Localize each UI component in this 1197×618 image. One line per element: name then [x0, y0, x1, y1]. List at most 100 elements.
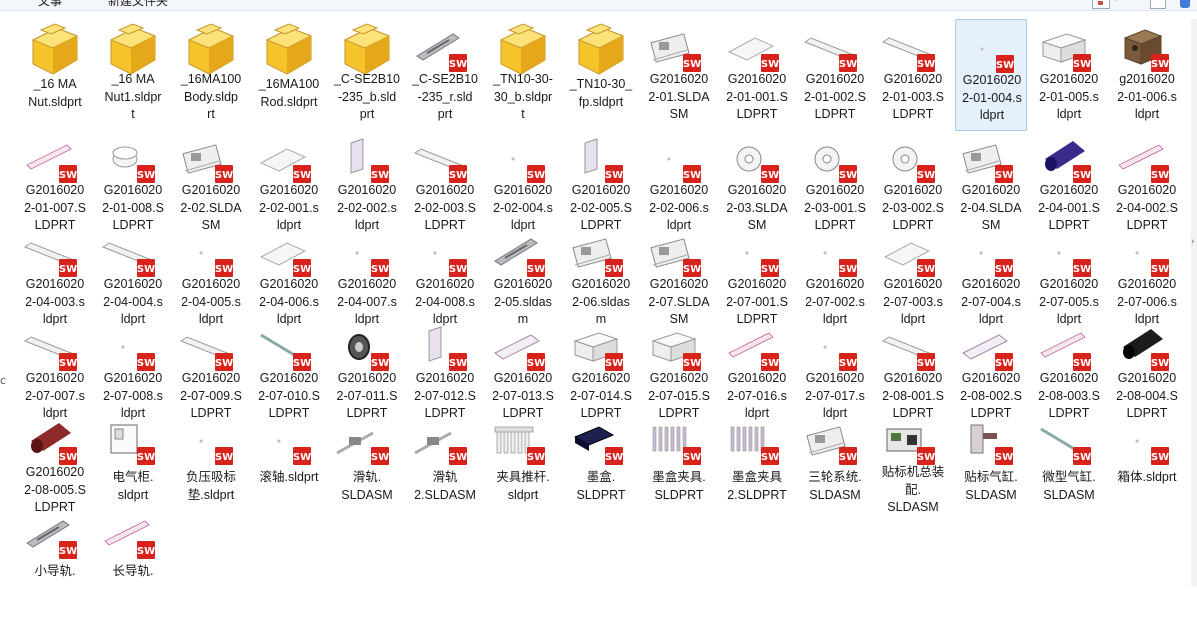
file-name-line: G2016020 [337, 183, 397, 197]
file-name-line: -235_r.sld [417, 89, 473, 104]
solidworks-badge-icon: SW [1073, 259, 1091, 277]
file-name: 贴标气缸. SLDASM [951, 469, 1031, 504]
file-name-line: 2-02.SLDA [180, 200, 242, 215]
solidworks-badge-icon: SW [839, 259, 857, 277]
file-item[interactable]: SW 负压吸标 垫.sldprt [175, 412, 247, 524]
file-name-line: 电气柜. [112, 470, 154, 484]
file-item[interactable]: _16MA100 Rod.sldprt [253, 19, 325, 131]
file-item[interactable]: _16 MA Nut1.sldpr t [97, 19, 169, 131]
file-item[interactable]: SW G2016020 2-01-003.S LDPRT [877, 19, 949, 131]
file-item[interactable]: SW G2016020 2-01.SLDA SM [643, 19, 715, 131]
file-item[interactable]: SW 小导轨. [19, 506, 91, 618]
toolbar-menu-label[interactable]: 文事 [38, 0, 62, 9]
file-item[interactable]: SW 滑轨 2.SLDASM [409, 412, 481, 524]
scroll-arrow-icon[interactable]: › [1191, 236, 1197, 248]
svg-text:SW: SW [137, 358, 155, 369]
file-name-line: LDPRT [892, 107, 934, 121]
file-name-line: 负压吸标 [185, 470, 236, 484]
file-name: 长导轨. [93, 563, 173, 581]
file-name-line: 2-04-003.s [25, 294, 85, 309]
bar-part-icon: SW [877, 20, 949, 78]
svg-text:SW: SW [293, 170, 311, 181]
solidworks-badge-icon: SW [59, 447, 77, 465]
file-name-line: G2016020 [727, 183, 787, 197]
vertical-scrollbar[interactable] [1191, 19, 1197, 587]
file-item[interactable]: SW 滚轴.sldprt [253, 412, 325, 524]
file-name: _TN10-30_ fp.sldprt [561, 76, 641, 111]
file-name-line: 2-07-014.S [570, 388, 632, 403]
svg-text:SW: SW [761, 59, 779, 70]
file-item[interactable]: SW _C-SE2B10 -235_r.sld prt [409, 19, 481, 131]
file-item[interactable]: SW 墨盒. SLDPRT [565, 412, 637, 524]
folder-icon [565, 20, 637, 78]
help-icon[interactable] [1180, 0, 1190, 8]
change-view-icon[interactable] [1092, 0, 1110, 9]
svg-text:SW: SW [839, 358, 857, 369]
file-list: _16 MA Nut.sldprt _16 MA Nut1.sldpr t _16MA10… [19, 19, 1191, 587]
shaft-part-icon: SW [253, 319, 325, 377]
file-item[interactable]: SW 箱体.sldprt [1111, 412, 1183, 524]
file-name-line: 2-03.SLDA [726, 200, 788, 215]
file-name-line: 2-04-005.s [181, 294, 241, 309]
preview-pane-icon[interactable] [1150, 0, 1166, 9]
svg-text:SW: SW [137, 170, 155, 181]
small-part-icon: SW [253, 413, 325, 471]
file-name-line: G2016020 [259, 277, 319, 291]
solidworks-badge-icon: SW [371, 259, 389, 277]
file-name-line: 2-07-016.s [727, 388, 787, 403]
file-item[interactable]: SW G2016020 2-01-005.s ldprt [1033, 19, 1105, 131]
file-name-line: G2016020 [1117, 183, 1177, 197]
file-name-line: G2016020 [1039, 371, 1099, 385]
file-item[interactable]: SW 三轮系统. SLDASM [799, 412, 871, 524]
file-item[interactable]: SW G2016020 2-01-001.S LDPRT [721, 19, 793, 131]
svg-text:SW: SW [1151, 170, 1169, 181]
file-name-line: 2-05.sldas [494, 294, 552, 309]
svg-text:SW: SW [137, 546, 155, 557]
file-item[interactable]: _TN10-30- 30_b.sldpr t [487, 19, 559, 131]
file-name-line: G2016020 [181, 371, 241, 385]
explorer-toolbar: 文事 新建文件夹 ▾ [0, 0, 1197, 11]
new-folder-button[interactable]: 新建文件夹 [108, 0, 168, 9]
file-item[interactable]: SW 贴标气缸. SLDASM [955, 412, 1027, 524]
file-name-line: 2.SLDPRT [727, 487, 787, 502]
file-name-line: G2016020 [571, 371, 631, 385]
file-item[interactable]: SW 长导轨. [97, 506, 169, 618]
file-item[interactable]: SW 滑轨. SLDASM [331, 412, 403, 524]
solidworks-badge-icon: SW [995, 165, 1013, 183]
svg-text:SW: SW [1151, 452, 1169, 463]
assembly-icon: SW [799, 413, 871, 471]
file-item[interactable]: SW 墨盒夹具. SLDPRT [643, 412, 715, 524]
file-name-line: G2016020 [25, 183, 85, 197]
file-item[interactable]: SW G2016020 2-01-002.S LDPRT [799, 19, 871, 131]
file-item[interactable]: _16MA100 Body.sldp rt [175, 19, 247, 131]
roller-part-icon: SW [487, 319, 559, 377]
file-name: 三轮系统. SLDASM [795, 469, 875, 504]
file-name-line: 2.SLDASM [414, 487, 476, 502]
file-name-line: t [521, 107, 525, 121]
file-item[interactable]: _TN10-30_ fp.sldprt [565, 19, 637, 131]
file-item[interactable]: SW G2016020 2-01-004.s ldprt [955, 19, 1027, 131]
file-item[interactable]: SW g2016020 2-01-006.s ldprt [1111, 19, 1183, 131]
file-name-line: 2-07-012.S [414, 388, 476, 403]
solidworks-badge-icon: SW [449, 447, 467, 465]
file-name-line: 2-08-001.S [882, 388, 944, 403]
file-item[interactable]: SW 墨盒夹具 2.SLDPRT [721, 412, 793, 524]
file-name-line: ldprt [1056, 107, 1082, 121]
box-part-icon: SW [1033, 20, 1105, 78]
file-item[interactable]: _C-SE2B10 -235_b.sld prt [331, 19, 403, 131]
file-name-line: G2016020 [103, 371, 163, 385]
file-item[interactable]: SW 微型气缸. SLDASM [1033, 412, 1105, 524]
file-item[interactable]: _16 MA Nut.sldprt [19, 19, 91, 131]
file-name-line: G2016020 [961, 183, 1021, 197]
navigation-pane-edge: c [0, 374, 7, 387]
file-item[interactable]: SW 贴标机总装 配. SLDASM [877, 412, 949, 524]
file-item[interactable]: SW 夹具推杆. sldprt [487, 412, 559, 524]
pin-part-icon: SW [721, 319, 793, 377]
file-name-line: SLDPRT [654, 487, 704, 502]
file-name-line: _16 MA [111, 72, 155, 86]
file-name-line: Nut.sldprt [28, 94, 82, 109]
file-name-line: G2016020 [25, 465, 85, 479]
svg-text:SW: SW [371, 170, 389, 181]
file-name-line: 2-02-001.s [259, 200, 319, 215]
view-options-dropdown-icon[interactable]: ▾ [1114, 0, 1119, 4]
